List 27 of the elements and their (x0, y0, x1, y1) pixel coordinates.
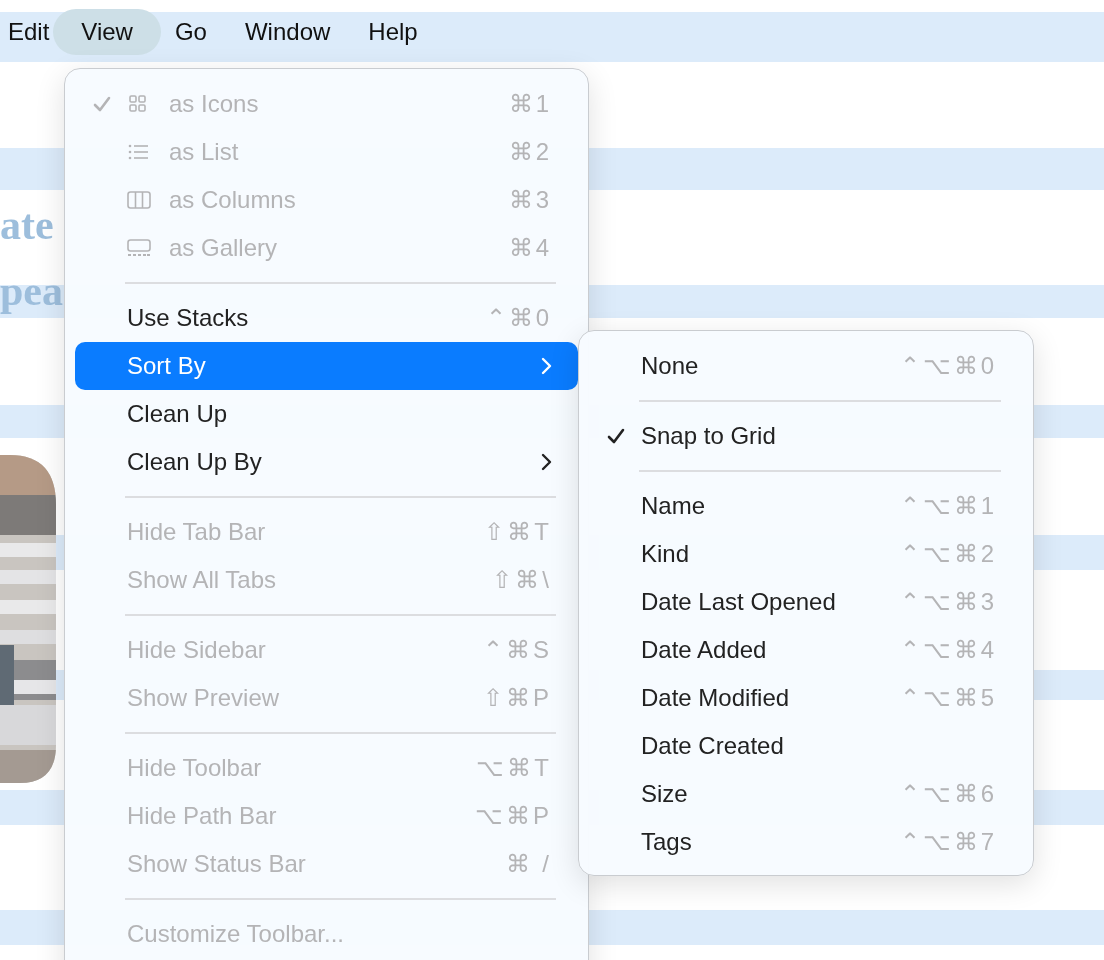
chevron-right-icon (540, 357, 552, 375)
menu-item[interactable]: Clean Up By (75, 438, 578, 486)
menu-item[interactable]: Size ⌃⌥⌘6 (589, 770, 1023, 818)
menu-item[interactable]: Date Last Opened ⌃⌥⌘3 (589, 578, 1023, 626)
menu-item[interactable]: Tags ⌃⌥⌘7 (589, 818, 1023, 866)
list-icon (127, 142, 149, 162)
menu-item[interactable]: Name ⌃⌥⌘1 (589, 482, 1023, 530)
menu-item[interactable]: Date Modified ⌃⌥⌘5 (589, 674, 1023, 722)
menu-item[interactable]: Date Added ⌃⌥⌘4 (589, 626, 1023, 674)
menu-bar-item[interactable]: Window (230, 9, 345, 55)
menu-item[interactable]: Snap to Grid (589, 412, 1023, 460)
menu-item[interactable]: Sort By (75, 342, 578, 390)
heading-fragment: ate (0, 201, 55, 250)
menu-bar-item[interactable]: Go (160, 9, 221, 55)
heading-fragment: pea (0, 267, 63, 316)
columns-icon (127, 190, 151, 210)
gallery-icon (127, 238, 151, 258)
menu-item[interactable]: Clean Up (75, 390, 578, 438)
grid-icon (127, 94, 149, 114)
menu-item[interactable]: Kind ⌃⌥⌘2 (589, 530, 1023, 578)
menu-bar-item[interactable]: View (53, 9, 161, 55)
menu-bar-item[interactable]: Help (354, 9, 432, 55)
menu-item[interactable]: Date Created (589, 722, 1023, 770)
menu-item[interactable]: None ⌃⌥⌘0 (589, 342, 1023, 390)
chevron-right-icon (540, 453, 552, 471)
menu-bar-item[interactable]: Edit (0, 9, 54, 55)
menu-item[interactable]: Use Stacks ⌃⌘0 (75, 294, 578, 342)
